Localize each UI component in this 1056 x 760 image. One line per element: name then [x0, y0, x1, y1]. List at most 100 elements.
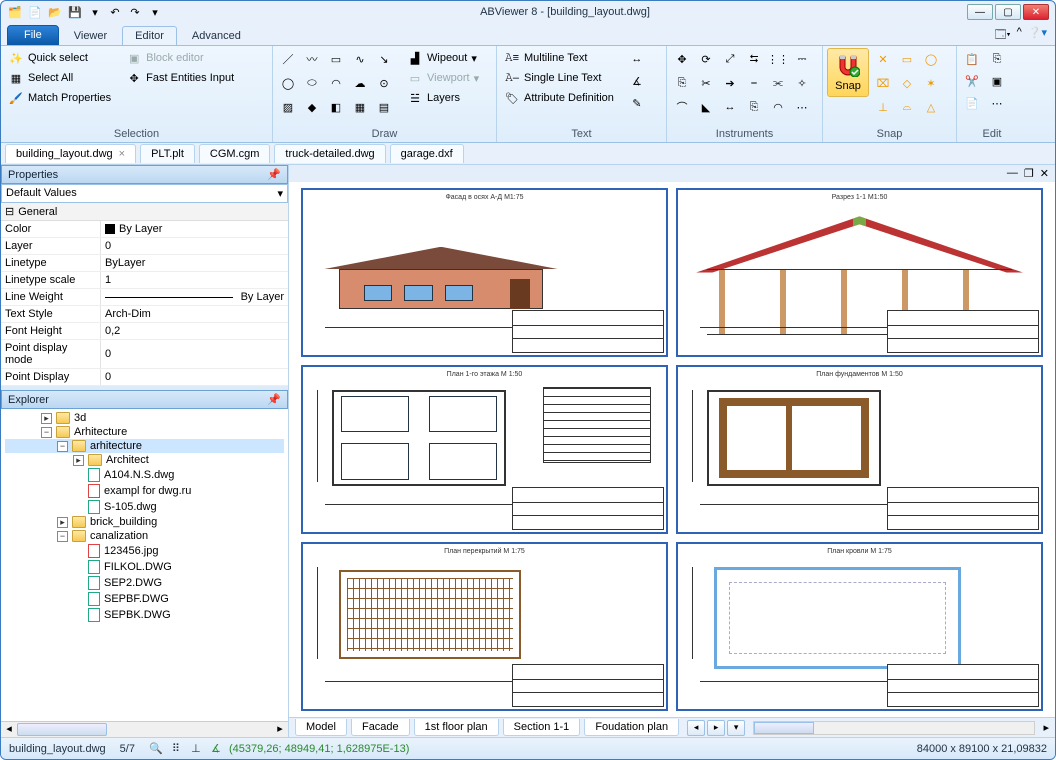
property-value[interactable]: 0 [101, 238, 288, 254]
sheet-floorplan[interactable]: План 1-го этажа М 1:50 [301, 365, 668, 534]
table-tool-icon[interactable]: ▤ [373, 96, 395, 118]
point-tool-icon[interactable]: ⊙ [373, 72, 395, 94]
scrollbar-thumb[interactable] [754, 722, 814, 734]
fillet-tool-icon[interactable]: ⌒ [671, 96, 693, 118]
osnap-status-icon[interactable]: 🔍 [149, 742, 163, 756]
match-properties-button[interactable]: 🖌️Match Properties [5, 88, 114, 108]
sheet-slab[interactable]: План перекрытий М 1:75 [301, 542, 668, 711]
ribbon-minimize-icon[interactable]: ^ [1017, 26, 1022, 45]
property-value[interactable]: 1 [101, 272, 288, 288]
snap-perp-icon[interactable]: ⊥ [872, 96, 894, 118]
undo-icon[interactable]: ↶ [107, 4, 123, 20]
open-icon[interactable]: 📂 [47, 4, 63, 20]
dimension-edit-icon[interactable]: ✎ [626, 92, 648, 114]
pin-icon[interactable]: 📌 [267, 168, 281, 181]
paste-icon[interactable]: 📄 [961, 92, 983, 114]
tree-node[interactable]: FILKOL.DWG [5, 559, 284, 575]
snap-tan-icon[interactable]: ⌓ [896, 96, 918, 118]
tab-viewer[interactable]: Viewer [61, 26, 120, 45]
paste-special-icon[interactable]: ⋯ [986, 92, 1008, 114]
layout-tab[interactable]: Model [295, 719, 347, 736]
collapse-icon[interactable]: − [57, 531, 68, 542]
property-value[interactable]: ByLayer [101, 255, 288, 271]
extend-tool-icon[interactable]: ➔ [719, 72, 741, 94]
dropdown-icon[interactable]: ▾ [87, 4, 103, 20]
property-row[interactable]: Linetype scale1 [1, 272, 288, 289]
tab-advanced[interactable]: Advanced [179, 26, 254, 45]
maximize-button[interactable]: ▢ [995, 4, 1021, 20]
style-dropdown-icon[interactable]: 🗔▾ [995, 26, 1011, 45]
copy-icon[interactable]: 📋 [961, 48, 983, 70]
move-tool-icon[interactable]: ✥ [671, 48, 693, 70]
redo-icon[interactable]: ↷ [127, 4, 143, 20]
scrollbar-thumb[interactable] [17, 723, 107, 736]
snap-end-icon[interactable]: ✕ [872, 48, 894, 70]
property-row[interactable]: Point display mode0 [1, 340, 288, 369]
doc-tab[interactable]: CGM.cgm [199, 144, 271, 163]
tab-next-button[interactable]: ▸ [707, 720, 725, 736]
leader-tool-icon[interactable]: ↘ [373, 48, 395, 70]
block-editor-button[interactable]: ▣Block editor [123, 48, 237, 68]
line-tool-icon[interactable]: ／ [277, 48, 299, 70]
tree-node[interactable]: exampl for dwg.ru [5, 483, 284, 499]
property-row[interactable]: Point Display0 [1, 369, 288, 386]
snap-center-icon[interactable]: ◯ [920, 48, 942, 70]
snap-near-icon[interactable]: △ [920, 96, 942, 118]
tree-node[interactable]: A104.N.S.dwg [5, 467, 284, 483]
doc-tab[interactable]: building_layout.dwg× [5, 144, 136, 163]
align-tool-icon[interactable]: ⎓ [791, 48, 813, 70]
tree-node[interactable]: S-105.dwg [5, 499, 284, 515]
property-row[interactable]: ColorBy Layer [1, 221, 288, 238]
attrdef-button[interactable]: 🏷Attribute Definition [501, 88, 617, 108]
layout-tab[interactable]: Section 1-1 [503, 719, 581, 736]
fast-entities-button[interactable]: ✥Fast Entities Input [123, 68, 237, 88]
polar-status-icon[interactable]: ∡ [209, 742, 223, 756]
layout-tab[interactable]: Foudation plan [584, 719, 679, 736]
doc-tab[interactable]: garage.dxf [390, 144, 464, 163]
property-row[interactable]: Line WeightBy Layer [1, 289, 288, 306]
sheet-section[interactable]: Разрез 1-1 М1:50 [676, 188, 1043, 357]
sheet-facade[interactable]: Фасад в осях А-Д М1:75 [301, 188, 668, 357]
grid-status-icon[interactable]: ⠿ [169, 742, 183, 756]
tree-node[interactable]: SEP2.DWG [5, 575, 284, 591]
multiline-text-button[interactable]: 𝙰≡Multiline Text [501, 48, 617, 68]
tree-node[interactable]: −arhitecture [5, 439, 284, 453]
polyline-tool-icon[interactable]: 〰 [301, 48, 323, 70]
arc-tool-icon[interactable]: ◠ [325, 72, 347, 94]
minimize-button[interactable]: — [967, 4, 993, 20]
quick-select-button[interactable]: ✨Quick select [5, 48, 114, 68]
tab-list-button[interactable]: ▾ [727, 720, 745, 736]
dimension-angular-icon[interactable]: ∡ [626, 70, 648, 92]
ortho-status-icon[interactable]: ⊥ [189, 742, 203, 756]
property-value[interactable]: Arch-Dim [101, 306, 288, 322]
spline-tool-icon[interactable]: ∿ [349, 48, 371, 70]
canvas-hscroll[interactable] [753, 721, 1035, 735]
solid-tool-icon[interactable]: ◆ [301, 96, 323, 118]
ellipse-tool-icon[interactable]: ⬭ [301, 72, 323, 94]
mdi-restore-icon[interactable]: ❐ [1024, 167, 1034, 180]
tree-node[interactable]: ▸Architect [5, 453, 284, 467]
property-row[interactable]: LinetypeByLayer [1, 255, 288, 272]
save-icon[interactable]: 💾 [67, 4, 83, 20]
mdi-close-icon[interactable]: ✕ [1040, 167, 1049, 180]
copy-tool-icon[interactable]: ⎘ [743, 96, 765, 118]
rotate-tool-icon[interactable]: ⟳ [695, 48, 717, 70]
tree-node[interactable]: ▸brick_building [5, 515, 284, 529]
join-tool-icon[interactable]: ⫘ [767, 72, 789, 94]
cloud-tool-icon[interactable]: ☁ [349, 72, 371, 94]
rect-tool-icon[interactable]: ▭ [325, 48, 347, 70]
singleline-text-button[interactable]: 𝙰–Single Line Text [501, 68, 617, 88]
property-value[interactable]: By Layer [101, 221, 288, 237]
snap-node-icon[interactable]: ⌧ [872, 72, 894, 94]
property-value[interactable]: 0 [101, 369, 288, 385]
property-row[interactable]: Layer0 [1, 238, 288, 255]
mirror-tool-icon[interactable]: ⮀ [743, 48, 765, 70]
mdi-minimize-icon[interactable]: — [1007, 167, 1018, 180]
tree-node[interactable]: −Arhitecture [5, 425, 284, 439]
stretch-tool-icon[interactable]: ↔ [719, 96, 741, 118]
explode-tool-icon[interactable]: ✧ [791, 72, 813, 94]
cut-icon[interactable]: ✂️ [961, 70, 983, 92]
tree-node[interactable]: −canalization [5, 529, 284, 543]
dimension-linear-icon[interactable]: ↔ [626, 48, 648, 70]
tree-node[interactable]: SEPBF.DWG [5, 591, 284, 607]
